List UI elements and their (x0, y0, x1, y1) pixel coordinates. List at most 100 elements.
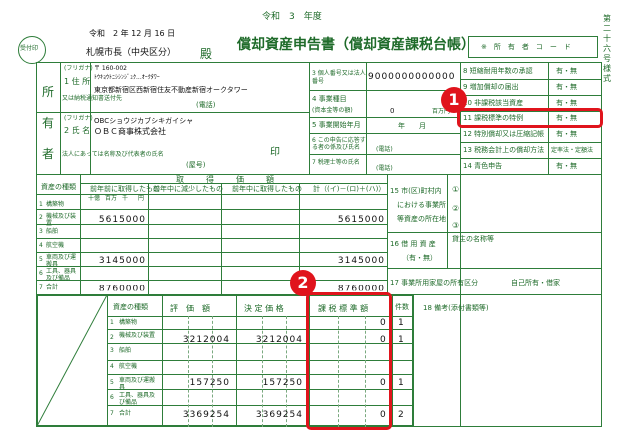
valuation-row-7-no: 7 (110, 410, 114, 417)
valuation-row-2-no: 2 (110, 334, 114, 341)
valuation-row-4-no: 4 (110, 363, 114, 370)
valuation-row-2-decided: 3212004 (255, 335, 303, 345)
address-phone-label: (電話) (196, 101, 216, 109)
asset-row-2-total: 5615000 (337, 215, 385, 225)
asset-row-2-no: 2 (39, 214, 43, 221)
assets-unit-billion: 十億 (88, 195, 101, 202)
form-title: 償却資産申告書（償却資産課税台帳） (237, 37, 475, 53)
asset-row-7-kind: 合計 (46, 284, 59, 291)
valuation-row-1-count: 1 (398, 318, 404, 328)
address-value: 東京都新宿区西新宿住友不動産新宿オークタワー (94, 86, 248, 94)
owner-group-label-1: 所 (42, 85, 55, 99)
valuation-header-kind: 資産の種類 (113, 303, 148, 311)
row4-label: 4 事業種目 (312, 95, 347, 103)
callout-badge-2: 2 (290, 270, 316, 296)
name-sublabel: 法人にあっては名称及び代表者の氏名 (62, 151, 164, 158)
owner-group-label-2: 有 (42, 116, 55, 130)
corporate-number: 9000000000000 (368, 72, 456, 82)
row16-value: （有・無） (402, 254, 437, 262)
row15-label-a: 15 市(区)町村内 (390, 187, 442, 195)
valuation-row-7-value: 3369254 (182, 410, 230, 420)
highlight-special-tax-base (457, 108, 603, 128)
valuation-row-2-value: 3212004 (182, 335, 230, 345)
row3-label: 3 個人番号又は法人番号 (312, 70, 366, 85)
name-furigana: OBCショウジカブシキガイシャ (94, 117, 194, 125)
row10-value: 有・無 (556, 99, 577, 107)
row13-label: 13 税務会計上の償却方法 (463, 146, 545, 154)
valuation-row-2-kind: 機械及び装置 (119, 332, 156, 339)
valuation-diagonal (37, 295, 107, 426)
asset-row-5-total: 3145000 (337, 256, 385, 266)
row15-label-b: における事業所 (397, 201, 446, 209)
filing-date: 令和 2 年 12 月 16 日 (89, 29, 176, 38)
address-furigana: ﾄｳｷｮｳﾄﾆｼｼﾝｼﾞｭｸ...ｵｰｸﾀﾜｰ (94, 74, 160, 81)
row5-label: 5 事業開始年月 (312, 121, 361, 129)
address-furigana-label: (フリガナ) (64, 65, 93, 72)
valuation-row-5-count: 1 (398, 378, 404, 388)
address-label: 1 住 所 (64, 77, 91, 86)
asset-row-5-no: 5 (39, 256, 43, 263)
row4-sublabel: (資本金等の額) (312, 107, 353, 114)
row8-label: 8 短縮耐用年数の承認 (463, 67, 533, 75)
row7-label: 7 税理士等の氏名 (312, 159, 360, 166)
assets-col4-header: 計（(イ)－(ロ)＋(ハ)） (313, 185, 386, 193)
valuation-row-3-no: 3 (110, 347, 114, 354)
asset-row-2-kind: 機械及び装置 (46, 213, 77, 227)
row7-phone: (電話) (376, 165, 393, 172)
valuation-col1-header: 評 価 額 (170, 304, 210, 313)
owner-code-box: ※ 所 有 者 コ ー ド (468, 36, 598, 58)
valuation-row-5-no: 5 (110, 379, 114, 386)
address-sublabel: 又は納税通知書送付先 (62, 95, 123, 102)
row12-value: 有・無 (556, 130, 577, 138)
valuation-row-7-decided: 3369254 (255, 410, 303, 420)
valuation-row-7-kind: 合計 (119, 410, 132, 417)
asset-row-6-kind: 工具、器具及び備品 (46, 268, 77, 282)
name-furigana-label: (フリガナ) (64, 115, 93, 122)
row14-value: 有・無 (556, 162, 577, 170)
valuation-row-7-count: 2 (398, 410, 404, 420)
valuation-row-5-kind: 車両及び運搬具 (119, 377, 156, 391)
asset-row-6-no: 6 (39, 270, 43, 277)
asset-row-1-kind: 構築物 (46, 201, 65, 208)
honorific: 殿 (200, 47, 213, 61)
row12-label: 12 特別償却又は圧縮記帳 (463, 130, 545, 138)
trade-name-label: (屋号) (186, 161, 206, 169)
owner-group-label-3: 者 (42, 147, 55, 161)
name-label: 2 氏 名 (64, 126, 91, 135)
assets-col3-header: 前年中に取得したもの (232, 185, 302, 193)
row16-label: 16 借 用 資 産 (390, 240, 436, 248)
location-2-marker: ② (452, 204, 460, 213)
row17-value: 自己所有・借家 (511, 279, 560, 287)
row9-value: 有・無 (556, 83, 577, 91)
valuation-row-5-decided: 157250 (262, 378, 303, 388)
assets-unit-million: 百万 (105, 195, 118, 202)
assets-unit-yen: 円 (138, 195, 145, 202)
row14-label: 14 青色申告 (463, 162, 503, 170)
row8-value: 有・無 (556, 67, 577, 75)
form-side-label: 第二十六号様式 (603, 14, 611, 83)
valuation-row-3-kind: 船舶 (119, 347, 132, 354)
location-3-marker: ③ (452, 221, 460, 230)
asset-row-5-kind: 車両及び運搬具 (46, 254, 77, 268)
asset-row-2-prior: 5615000 (98, 215, 146, 225)
capital-value: 0 (390, 107, 395, 115)
business-start-value: 年 月 (398, 122, 426, 130)
valuation-col4-header: 件数 (395, 303, 409, 311)
assets-header-group: 取 得 価 額 (176, 175, 276, 184)
row15-label-c: 等資産の所在地 (397, 215, 446, 223)
valuation-row-5-value: 157250 (189, 378, 230, 388)
asset-row-4-no: 4 (39, 242, 43, 249)
valuation-row-6-no: 6 (110, 394, 114, 401)
callout-badge-1: 1 (441, 87, 467, 113)
row10-label: 10 非課税該当資産 (463, 99, 524, 107)
receipt-stamp: 受付印 (18, 36, 46, 64)
asset-row-3-no: 3 (39, 228, 43, 235)
valuation-row-4-kind: 航空機 (119, 363, 138, 370)
valuation-row-6-kind: 工具、器具及び備品 (119, 392, 156, 406)
location-1-marker: ① (452, 185, 460, 194)
valuation-row-2-count: 1 (398, 335, 404, 345)
asset-row-5-prior: 3145000 (98, 256, 146, 266)
asset-row-4-kind: 航空機 (46, 242, 65, 249)
postal-code: 〒 160-002 (94, 65, 127, 72)
row9-label: 9 増加償却の届出 (463, 83, 519, 91)
